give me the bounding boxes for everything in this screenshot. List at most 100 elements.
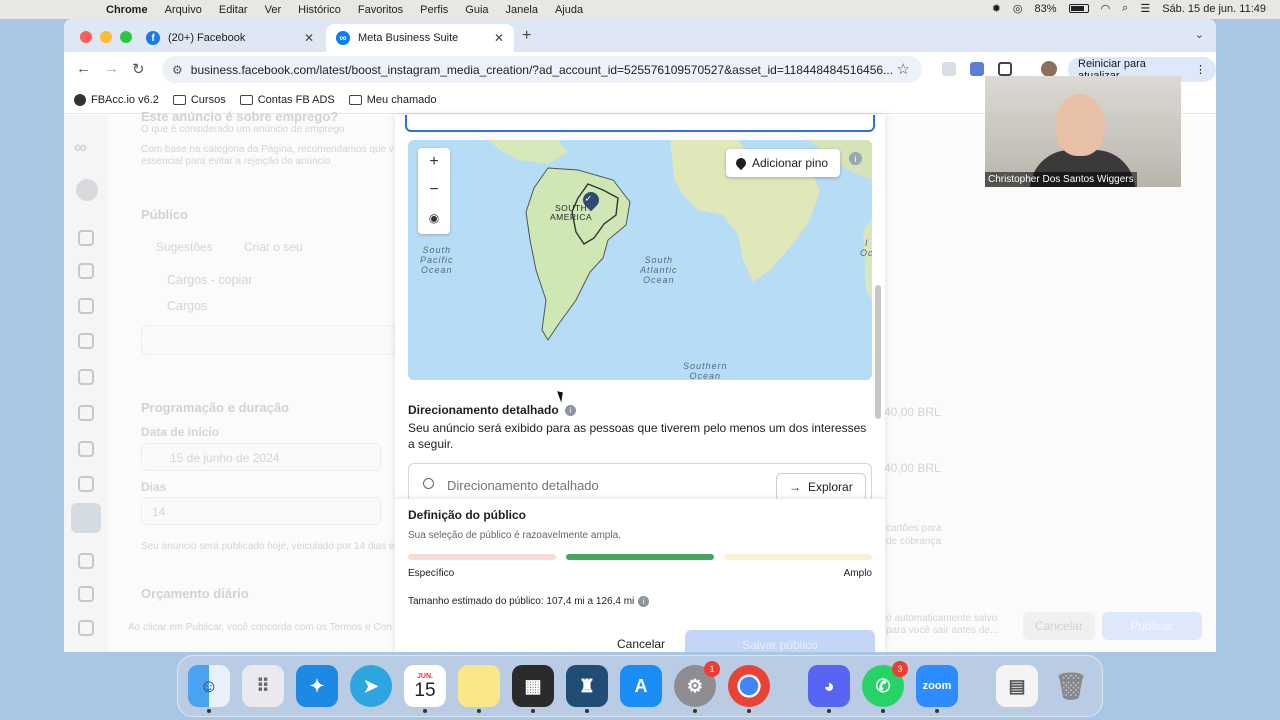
add-pin-button[interactable]: Adicionar pino bbox=[726, 149, 841, 177]
menu-app-chrome[interactable]: Chrome bbox=[106, 4, 148, 16]
window-close-button[interactable] bbox=[80, 31, 92, 43]
discord-icon[interactable]: ◕ bbox=[808, 665, 850, 713]
brightness-icon[interactable]: ✹ bbox=[992, 2, 1001, 15]
address-bar[interactable]: ⚙ business.facebook.com/latest/boost_ins… bbox=[162, 56, 922, 83]
start-date-field[interactable]: 15 de junho de 2024 bbox=[141, 443, 381, 471]
save-audience-button[interactable]: Salvar público bbox=[685, 630, 875, 652]
profile-avatar[interactable] bbox=[1041, 61, 1057, 77]
bookmark-star-icon[interactable]: ☆ bbox=[897, 60, 910, 78]
safari-icon[interactable]: ✦ bbox=[296, 665, 338, 707]
location-input[interactable] bbox=[405, 115, 875, 132]
video-call-overlay[interactable]: Christopher Dos Santos Wiggers bbox=[985, 76, 1181, 187]
zoom-in-icon[interactable]: + bbox=[418, 148, 450, 176]
menu-historico[interactable]: Histórico bbox=[298, 4, 341, 16]
menubar-clock[interactable]: Sáb. 15 de jun. 11:49 bbox=[1162, 3, 1266, 15]
bookmark-fbacc[interactable]: FBAcc.io v6.2 bbox=[74, 94, 159, 106]
search-icon[interactable] bbox=[78, 553, 94, 569]
telegram-icon[interactable]: ➤ bbox=[350, 665, 392, 707]
whatsapp-icon[interactable]: ✆ 3 bbox=[862, 661, 908, 713]
detailed-targeting-input[interactable] bbox=[447, 478, 747, 493]
tools-icon[interactable] bbox=[78, 476, 94, 492]
calendar-icon[interactable]: JUN. 15 bbox=[404, 665, 446, 713]
create-audience-box[interactable] bbox=[141, 325, 396, 355]
menu-editar[interactable]: Editar bbox=[219, 4, 248, 16]
ocean-label-atlantic: South Atlantic Ocean bbox=[640, 255, 678, 285]
menu-arquivo[interactable]: Arquivo bbox=[165, 4, 202, 16]
zoom-app-icon[interactable]: zoom bbox=[916, 665, 958, 713]
notifications-icon[interactable] bbox=[78, 263, 94, 279]
control-center-icon[interactable]: ☰ bbox=[1140, 2, 1150, 15]
recenter-icon[interactable]: ◉ bbox=[418, 204, 450, 232]
menu-favoritos[interactable]: Favoritos bbox=[358, 4, 403, 16]
zoom-out-icon[interactable]: − bbox=[418, 176, 450, 204]
menu-ver[interactable]: Ver bbox=[265, 4, 282, 16]
battery-icon[interactable] bbox=[1068, 4, 1089, 13]
bookmark-meu-chamado[interactable]: Meu chamado bbox=[348, 94, 436, 106]
forward-icon[interactable]: → bbox=[104, 60, 119, 77]
extension-icon[interactable] bbox=[970, 62, 984, 76]
all-tools-menu-icon[interactable] bbox=[71, 503, 101, 533]
employment-subtitle[interactable]: O que é considerado um anúncio de empreg… bbox=[141, 124, 344, 135]
settings-icon[interactable] bbox=[78, 586, 94, 602]
estimated-audience-size: Tamanho estimado do público: 107,4 mi a … bbox=[408, 596, 650, 607]
detailed-targeting-search[interactable]: → Explorar bbox=[408, 463, 872, 503]
audience-option-2[interactable]: Cargos bbox=[167, 299, 207, 313]
whatsapp-badge: 3 bbox=[892, 661, 908, 677]
menu-ajuda[interactable]: Ajuda bbox=[555, 4, 583, 16]
chrome-icon[interactable] bbox=[728, 665, 770, 713]
help-icon[interactable] bbox=[78, 620, 94, 636]
modal-scrollbar[interactable] bbox=[875, 285, 881, 419]
info-icon[interactable]: i bbox=[638, 596, 650, 607]
explore-button[interactable]: → Explorar bbox=[776, 473, 866, 501]
page-publish-button[interactable]: Publicar bbox=[1102, 612, 1202, 640]
tab-search-chevron-icon[interactable]: ⌄ bbox=[1195, 28, 1204, 41]
page-cancel-button[interactable]: Cancelar bbox=[1023, 612, 1095, 640]
planner-icon[interactable] bbox=[78, 369, 94, 385]
tab-create-own[interactable]: Criar o seu bbox=[244, 240, 303, 254]
page-avatar[interactable] bbox=[76, 179, 98, 201]
system-settings-icon[interactable]: ⚙ 1 bbox=[674, 661, 720, 713]
insights-icon[interactable] bbox=[78, 441, 94, 457]
menu-guia[interactable]: Guia bbox=[465, 4, 488, 16]
new-tab-icon[interactable]: + bbox=[522, 27, 531, 45]
bookmark-cursos[interactable]: Cursos bbox=[172, 94, 226, 106]
recent-document-icon[interactable]: ▤ bbox=[996, 665, 1038, 707]
modal-cancel-button[interactable]: Cancelar bbox=[617, 637, 665, 651]
wifi-icon[interactable]: ◠ bbox=[1101, 2, 1111, 15]
menu-janela[interactable]: Janela bbox=[506, 4, 538, 16]
reload-icon[interactable]: ↻ bbox=[132, 60, 145, 78]
info-icon[interactable]: i bbox=[564, 404, 576, 416]
calculator-icon[interactable]: ▦ bbox=[512, 665, 554, 713]
messages-icon[interactable] bbox=[78, 298, 94, 314]
audience-option-1[interactable]: Cargos - copiar bbox=[167, 273, 252, 287]
app-icon-lighthouse[interactable]: ♜ bbox=[566, 665, 608, 713]
spotlight-search-icon[interactable]: ⌕ bbox=[1122, 2, 1128, 15]
content-icon[interactable] bbox=[78, 333, 94, 349]
bookmark-contas-fb-ads[interactable]: Contas FB ADS bbox=[239, 94, 335, 106]
app-store-icon[interactable]: A bbox=[620, 665, 662, 707]
meter-middle-segment bbox=[566, 554, 714, 560]
tab-facebook[interactable]: f (20+) Facebook ✕ bbox=[136, 24, 324, 52]
tab-suggestions[interactable]: Sugestões bbox=[156, 240, 213, 254]
tab-close-icon[interactable]: ✕ bbox=[304, 31, 314, 45]
ads-icon[interactable] bbox=[78, 405, 94, 421]
extensions-puzzle-icon[interactable] bbox=[998, 62, 1012, 76]
kebab-menu-icon[interactable]: ⋮ bbox=[1195, 63, 1206, 76]
window-zoom-button[interactable] bbox=[120, 31, 132, 43]
menu-perfis[interactable]: Perfis bbox=[420, 4, 448, 16]
home-icon[interactable] bbox=[78, 230, 94, 246]
days-field[interactable]: 14 bbox=[141, 497, 381, 525]
finder-icon[interactable]: ☺ bbox=[188, 665, 230, 713]
launchpad-icon[interactable]: ⠿ bbox=[242, 665, 284, 707]
tab-meta-business-suite[interactable]: ∞ Meta Business Suite ✕ bbox=[326, 24, 514, 52]
location-map[interactable]: + − ◉ SOUTH AMERICA South Pacific Ocean … bbox=[408, 140, 872, 380]
extension-devtools-icon[interactable] bbox=[942, 62, 956, 76]
window-minimize-button[interactable] bbox=[100, 31, 112, 43]
grammarly-icon[interactable]: ◎ bbox=[1013, 2, 1023, 15]
map-info-icon[interactable]: i bbox=[849, 152, 862, 165]
trash-icon[interactable]: 🗑 bbox=[1050, 665, 1092, 707]
notes-icon[interactable] bbox=[458, 665, 500, 713]
site-info-icon[interactable]: ⚙ bbox=[172, 63, 183, 77]
tab-close-icon[interactable]: ✕ bbox=[494, 31, 504, 45]
back-icon[interactable]: ← bbox=[76, 60, 91, 77]
